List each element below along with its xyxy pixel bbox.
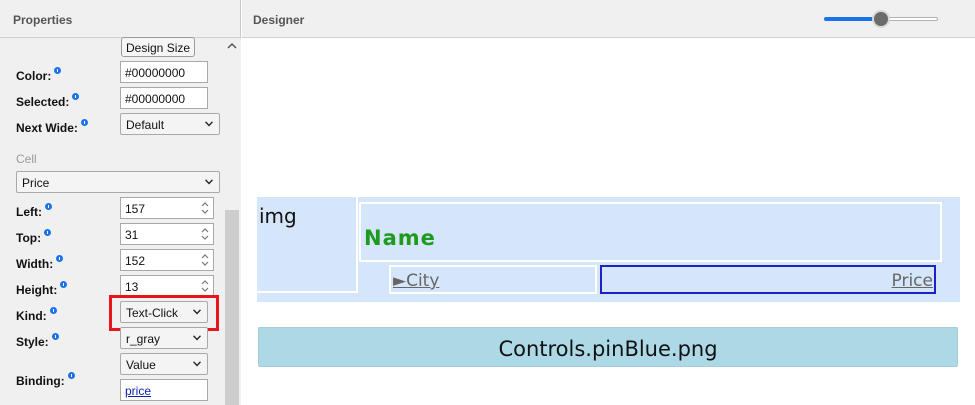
name-cell[interactable]: Name [359, 202, 942, 262]
info-icon[interactable] [44, 229, 52, 236]
info-icon[interactable] [67, 372, 75, 379]
designer-panel: Designer img Name ►City Price Controls.p… [242, 0, 975, 405]
chevron-down-icon [193, 335, 201, 341]
info-icon[interactable] [60, 281, 68, 288]
pin-image-bar[interactable]: Controls.pinBlue.png [258, 327, 958, 367]
properties-panel: Properties Design Size Color: #00000000 … [0, 0, 241, 405]
spin-arrows-icon[interactable] [199, 251, 211, 269]
info-icon[interactable] [72, 93, 80, 100]
info-icon[interactable] [49, 307, 57, 314]
cell-section-title: Cell [16, 152, 37, 166]
designer-header: Designer [242, 0, 975, 38]
info-icon[interactable] [80, 119, 88, 126]
selected-input[interactable]: #00000000 [120, 87, 208, 109]
width-label: Width: [16, 255, 64, 271]
spin-arrows-icon[interactable] [199, 225, 211, 243]
next-wide-label: Next Wide: [16, 119, 88, 135]
spin-arrows-icon[interactable] [199, 199, 211, 217]
left-label: Left: [16, 203, 52, 219]
color-input[interactable]: #00000000 [120, 61, 208, 83]
info-icon[interactable] [56, 255, 64, 262]
design-size-button[interactable]: Design Size [121, 37, 196, 57]
properties-title: Properties [13, 13, 73, 27]
chevron-down-icon [193, 361, 201, 367]
info-icon[interactable] [45, 203, 52, 210]
height-label: Height: [16, 281, 68, 297]
binding-field-input[interactable]: price [120, 379, 208, 401]
left-stepper[interactable]: 157 [120, 197, 214, 219]
properties-scrollbar[interactable] [223, 38, 241, 405]
chevron-down-icon [205, 121, 213, 127]
properties-header: Properties [0, 0, 240, 38]
binding-dropdown[interactable]: Value [120, 353, 208, 375]
color-label: Color: [16, 67, 62, 83]
selected-label: Selected: [16, 93, 80, 109]
img-cell[interactable]: img [257, 197, 358, 293]
designer-title: Designer [253, 13, 305, 27]
scroll-thumb[interactable] [225, 210, 239, 405]
style-dropdown[interactable]: r_gray [120, 327, 208, 349]
binding-label: Binding: [16, 372, 75, 388]
template-row[interactable]: img Name ►City Price [257, 197, 960, 302]
width-stepper[interactable]: 152 [120, 249, 214, 271]
zoom-slider-knob[interactable] [872, 10, 890, 28]
kind-label: Kind: [16, 307, 57, 323]
info-icon[interactable] [54, 67, 62, 74]
spin-arrows-icon[interactable] [199, 277, 211, 295]
kind-highlight-box [109, 295, 219, 331]
price-cell-selected[interactable]: Price [600, 265, 936, 294]
city-cell[interactable]: ►City [389, 265, 597, 294]
cell-select-dropdown[interactable]: Price [16, 171, 220, 193]
height-stepper[interactable]: 13 [120, 275, 214, 297]
scroll-up-icon[interactable] [226, 40, 238, 52]
zoom-slider[interactable] [824, 10, 940, 30]
top-stepper[interactable]: 31 [120, 223, 214, 245]
info-icon[interactable] [51, 333, 59, 340]
top-label: Top: [16, 229, 52, 245]
chevron-down-icon [205, 179, 213, 185]
style-label: Style: [16, 333, 59, 349]
next-wide-dropdown[interactable]: Default [120, 113, 220, 135]
